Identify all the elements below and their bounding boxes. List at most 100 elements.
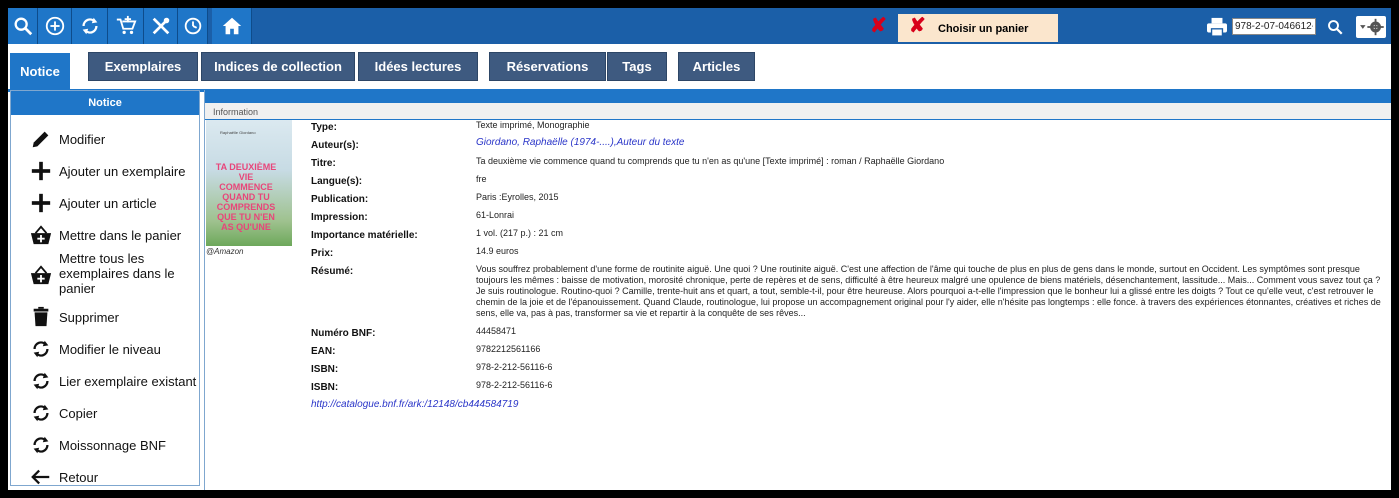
- sidebar-item-modifier-niveau[interactable]: Modifier le niveau: [11, 334, 199, 364]
- cover-title: TA DEUXIÈME VIE COMMENCE QUAND TU COMPRE…: [215, 162, 277, 232]
- sidebar-item-mettre-panier[interactable]: Mettre dans le panier: [11, 220, 199, 250]
- sidebar-item-label: Moissonnage BNF: [59, 438, 166, 453]
- history-icon: [184, 17, 201, 35]
- field-label-impression: Impression:: [311, 212, 368, 223]
- field-label-isbn: ISBN:: [311, 364, 339, 375]
- history-tool-button[interactable]: [178, 8, 208, 44]
- cycle-icon: [33, 340, 49, 358]
- tab-articles[interactable]: Articles: [678, 52, 755, 81]
- tab-idees-lectures[interactable]: Idées lectures: [358, 52, 478, 81]
- print-button[interactable]: [1206, 17, 1228, 37]
- sidebar-item-moissonnage-bnf[interactable]: Moissonnage BNF: [11, 430, 199, 460]
- field-value-publication: Paris :Eyrolles, 2015: [476, 192, 559, 202]
- sidebar-title: Notice: [11, 91, 199, 115]
- sidebar-item-ajouter-exemplaire[interactable]: Ajouter un exemplaire: [11, 156, 199, 186]
- top-toolbar: ✘ ✘ Choisir un panier: [8, 8, 1391, 44]
- sidebar-item-supprimer[interactable]: Supprimer: [11, 302, 199, 332]
- sidebar-item-label: Ajouter un exemplaire: [59, 164, 186, 179]
- tab-reservations[interactable]: Réservations: [489, 52, 606, 81]
- home-icon: [222, 17, 241, 35]
- search-icon: [14, 17, 32, 36]
- field-label-auteurs: Auteur(s):: [311, 140, 359, 151]
- field-value-langues: fre: [476, 174, 487, 184]
- field-label-importance: Importance matérielle:: [311, 230, 418, 241]
- sidebar-item-retour[interactable]: Retour: [11, 462, 199, 490]
- sidebar-item-label: Mettre tous les exemplaires dans le pani…: [59, 251, 175, 296]
- field-label-numero-bnf: Numéro BNF:: [311, 328, 376, 339]
- sidebar-item-label: Mettre dans le panier: [59, 228, 182, 243]
- sidebar-item-lier-exemplaire[interactable]: Lier exemplaire existant: [11, 366, 199, 396]
- field-label-isbn: ISBN:: [311, 382, 339, 393]
- field-value-importance: 1 vol. (217 p.) : 21 cm: [476, 228, 564, 238]
- field-value-titre: Ta deuxième vie commence quand tu compre…: [476, 156, 945, 166]
- sidebar-item-label: Ajouter un article: [59, 196, 157, 211]
- arrow-left-icon: [31, 469, 50, 485]
- cover-author: Raphaëlle Giordano: [220, 130, 256, 135]
- gear-icon: [1360, 18, 1384, 36]
- book-cover-image: Raphaëlle Giordano TA DEUXIÈME VIE COMME…: [206, 120, 292, 246]
- refresh-icon: [81, 17, 98, 35]
- basket-add-icon: [30, 225, 52, 245]
- field-value-ean: 9782212561166: [476, 344, 541, 354]
- sidebar-item-label: Lier exemplaire existant: [59, 374, 197, 389]
- app-window: ✘ ✘ Choisir un panier Notice Exemplaires…: [8, 8, 1391, 490]
- field-value-resume: Vous souffrez probablement d'une forme d…: [476, 264, 1381, 318]
- tools-icon: [152, 17, 169, 35]
- pencil-icon: [32, 131, 49, 148]
- field-value-type: Texte imprimé, Monographie: [476, 120, 590, 130]
- plus-icon: [31, 161, 51, 181]
- field-value-isbn: 978-2-212-56116-6: [476, 362, 553, 372]
- trash-icon: [33, 306, 49, 327]
- tab-notice[interactable]: Notice: [10, 53, 70, 89]
- cycle-icon: [33, 436, 49, 454]
- cycle-icon: [33, 372, 49, 390]
- sidebar-item-label: Retour: [59, 470, 99, 485]
- sidebar-item-copier[interactable]: Copier: [11, 398, 199, 428]
- tab-tags[interactable]: Tags: [607, 52, 667, 81]
- field-value-isbn: 978-2-212-56116-6: [476, 380, 553, 390]
- refresh-tool-button[interactable]: [72, 8, 108, 44]
- search-submit-icon[interactable]: [1326, 18, 1344, 36]
- search-input[interactable]: [1232, 18, 1316, 35]
- field-value-prix: 14.9 euros: [476, 246, 519, 256]
- field-label-type: Type:: [311, 122, 337, 133]
- field-label-prix: Prix:: [311, 248, 334, 259]
- section-title: Information: [205, 103, 1391, 120]
- basket-close-icon[interactable]: ✘: [870, 16, 888, 36]
- printer-icon: [1207, 17, 1227, 37]
- basket-label[interactable]: Choisir un panier: [938, 23, 1028, 35]
- sidebar-item-mettre-tous-panier[interactable]: Mettre tous les exemplaires dans le pani…: [11, 250, 199, 298]
- plus-circle-icon: [45, 16, 64, 36]
- basket-remove-icon[interactable]: ✘: [909, 16, 927, 36]
- sidebar-item-label: Modifier: [59, 132, 106, 147]
- sidebar-item-label: Supprimer: [59, 310, 119, 325]
- tab-indices-de-collection[interactable]: Indices de collection: [201, 52, 355, 81]
- field-value-numero-bnf: 44458471: [476, 326, 517, 336]
- settings-dropdown-button[interactable]: [1356, 16, 1386, 38]
- home-tool-button[interactable]: [212, 8, 252, 44]
- plus-icon: [31, 193, 51, 213]
- field-label-resume: Résumé:: [311, 266, 354, 277]
- action-sidebar: Notice Modifier Ajouter un exemplaire Aj…: [10, 90, 200, 486]
- bnf-catalogue-link[interactable]: http://catalogue.bnf.fr/ark:/12148/cb444…: [311, 399, 518, 410]
- add-tool-button[interactable]: [38, 8, 72, 44]
- field-label-ean: EAN:: [311, 346, 336, 357]
- field-value-impression: 61-Lonrai: [476, 210, 515, 220]
- sidebar-item-modifier[interactable]: Modifier: [11, 124, 199, 154]
- search-tool-button[interactable]: [8, 8, 38, 44]
- tab-bar: Notice Exemplaires Indices de collection…: [8, 44, 1391, 89]
- sidebar-item-label: Modifier le niveau: [59, 342, 161, 357]
- content-header-bar: [205, 90, 1391, 103]
- field-label-langues: Langue(s):: [311, 176, 363, 187]
- basket-add-icon: [30, 265, 52, 285]
- author-link[interactable]: Giordano, Raphaëlle (1974-....),Auteur d…: [476, 137, 684, 148]
- basket-tool-button[interactable]: [108, 8, 144, 44]
- tab-exemplaires[interactable]: Exemplaires: [88, 52, 198, 81]
- sidebar-item-label: Copier: [59, 406, 98, 421]
- tools-tool-button[interactable]: [144, 8, 178, 44]
- field-label-publication: Publication:: [311, 194, 369, 205]
- content-divider: [204, 90, 205, 490]
- sidebar-item-ajouter-article[interactable]: Ajouter un article: [11, 188, 199, 218]
- cart-add-icon: [116, 15, 136, 35]
- field-label-titre: Titre:: [311, 158, 336, 169]
